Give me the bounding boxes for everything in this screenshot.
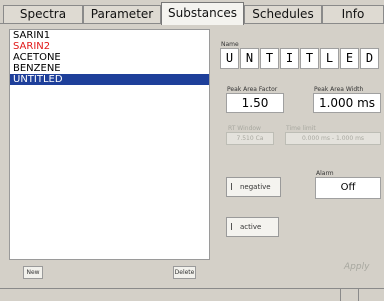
list-item-untitled[interactable]: UNTITLED <box>10 74 209 85</box>
delete-button[interactable]: Delete <box>173 266 196 279</box>
tab-bar: Spectra Parameter Substances Schedules I… <box>0 0 384 25</box>
substance-list[interactable]: SARIN1 SARIN2 ACETONE BENZENE UNTITLED <box>9 29 210 260</box>
new-button[interactable]: New <box>23 266 43 279</box>
name-letter[interactable]: N <box>240 48 259 69</box>
status-bar <box>0 288 384 301</box>
peak-area-factor-field[interactable]: 1.50 <box>226 93 284 113</box>
alarm-label: Alarm <box>316 170 334 177</box>
rt-window-label: RT Window <box>228 125 261 132</box>
name-field[interactable]: U N T I T L E D <box>220 48 382 69</box>
list-item-sarin1[interactable]: SARIN1 <box>10 30 209 41</box>
name-letter[interactable]: L <box>320 48 339 69</box>
apply-button[interactable]: Apply <box>344 262 369 272</box>
name-letter[interactable]: T <box>300 48 319 69</box>
active-label: active <box>240 223 262 231</box>
name-letter[interactable]: U <box>220 48 239 69</box>
status-segment <box>340 289 358 301</box>
negative-label: negative <box>240 183 271 191</box>
list-item-acetone[interactable]: ACETONE <box>10 52 209 63</box>
peak-area-width-field[interactable]: 1.000 ms <box>313 93 381 113</box>
name-letter[interactable]: D <box>360 48 379 69</box>
name-letter[interactable]: E <box>340 48 359 69</box>
name-letter[interactable]: I <box>280 48 299 69</box>
tab-parameter[interactable]: Parameter <box>83 5 161 24</box>
peak-area-width-label: Peak Area Width <box>314 86 364 93</box>
negative-toggle[interactable]: negative <box>226 177 281 197</box>
list-item-sarin2[interactable]: SARIN2 <box>10 41 209 52</box>
tab-substances[interactable]: Substances <box>161 2 244 25</box>
tab-schedules[interactable]: Schedules <box>244 5 322 24</box>
name-letter[interactable]: T <box>260 48 279 69</box>
list-item-benzene[interactable]: BENZENE <box>10 63 209 74</box>
toggle-indicator <box>231 183 234 190</box>
rt-window-field: 7.510 Ca <box>226 132 274 145</box>
status-segment <box>358 289 384 301</box>
toggle-indicator <box>231 223 234 230</box>
peak-area-factor-label: Peak Area Factor <box>227 86 278 93</box>
tab-spectra[interactable]: Spectra <box>3 5 83 24</box>
name-label: Name <box>221 41 239 48</box>
time-limit-label: Time limit <box>286 125 316 132</box>
time-limit-field: 0.000 ms - 1.000 ms <box>285 132 381 145</box>
tab-info[interactable]: Info <box>322 5 384 24</box>
alarm-select[interactable]: Off <box>315 177 381 199</box>
active-toggle[interactable]: active <box>226 217 279 237</box>
